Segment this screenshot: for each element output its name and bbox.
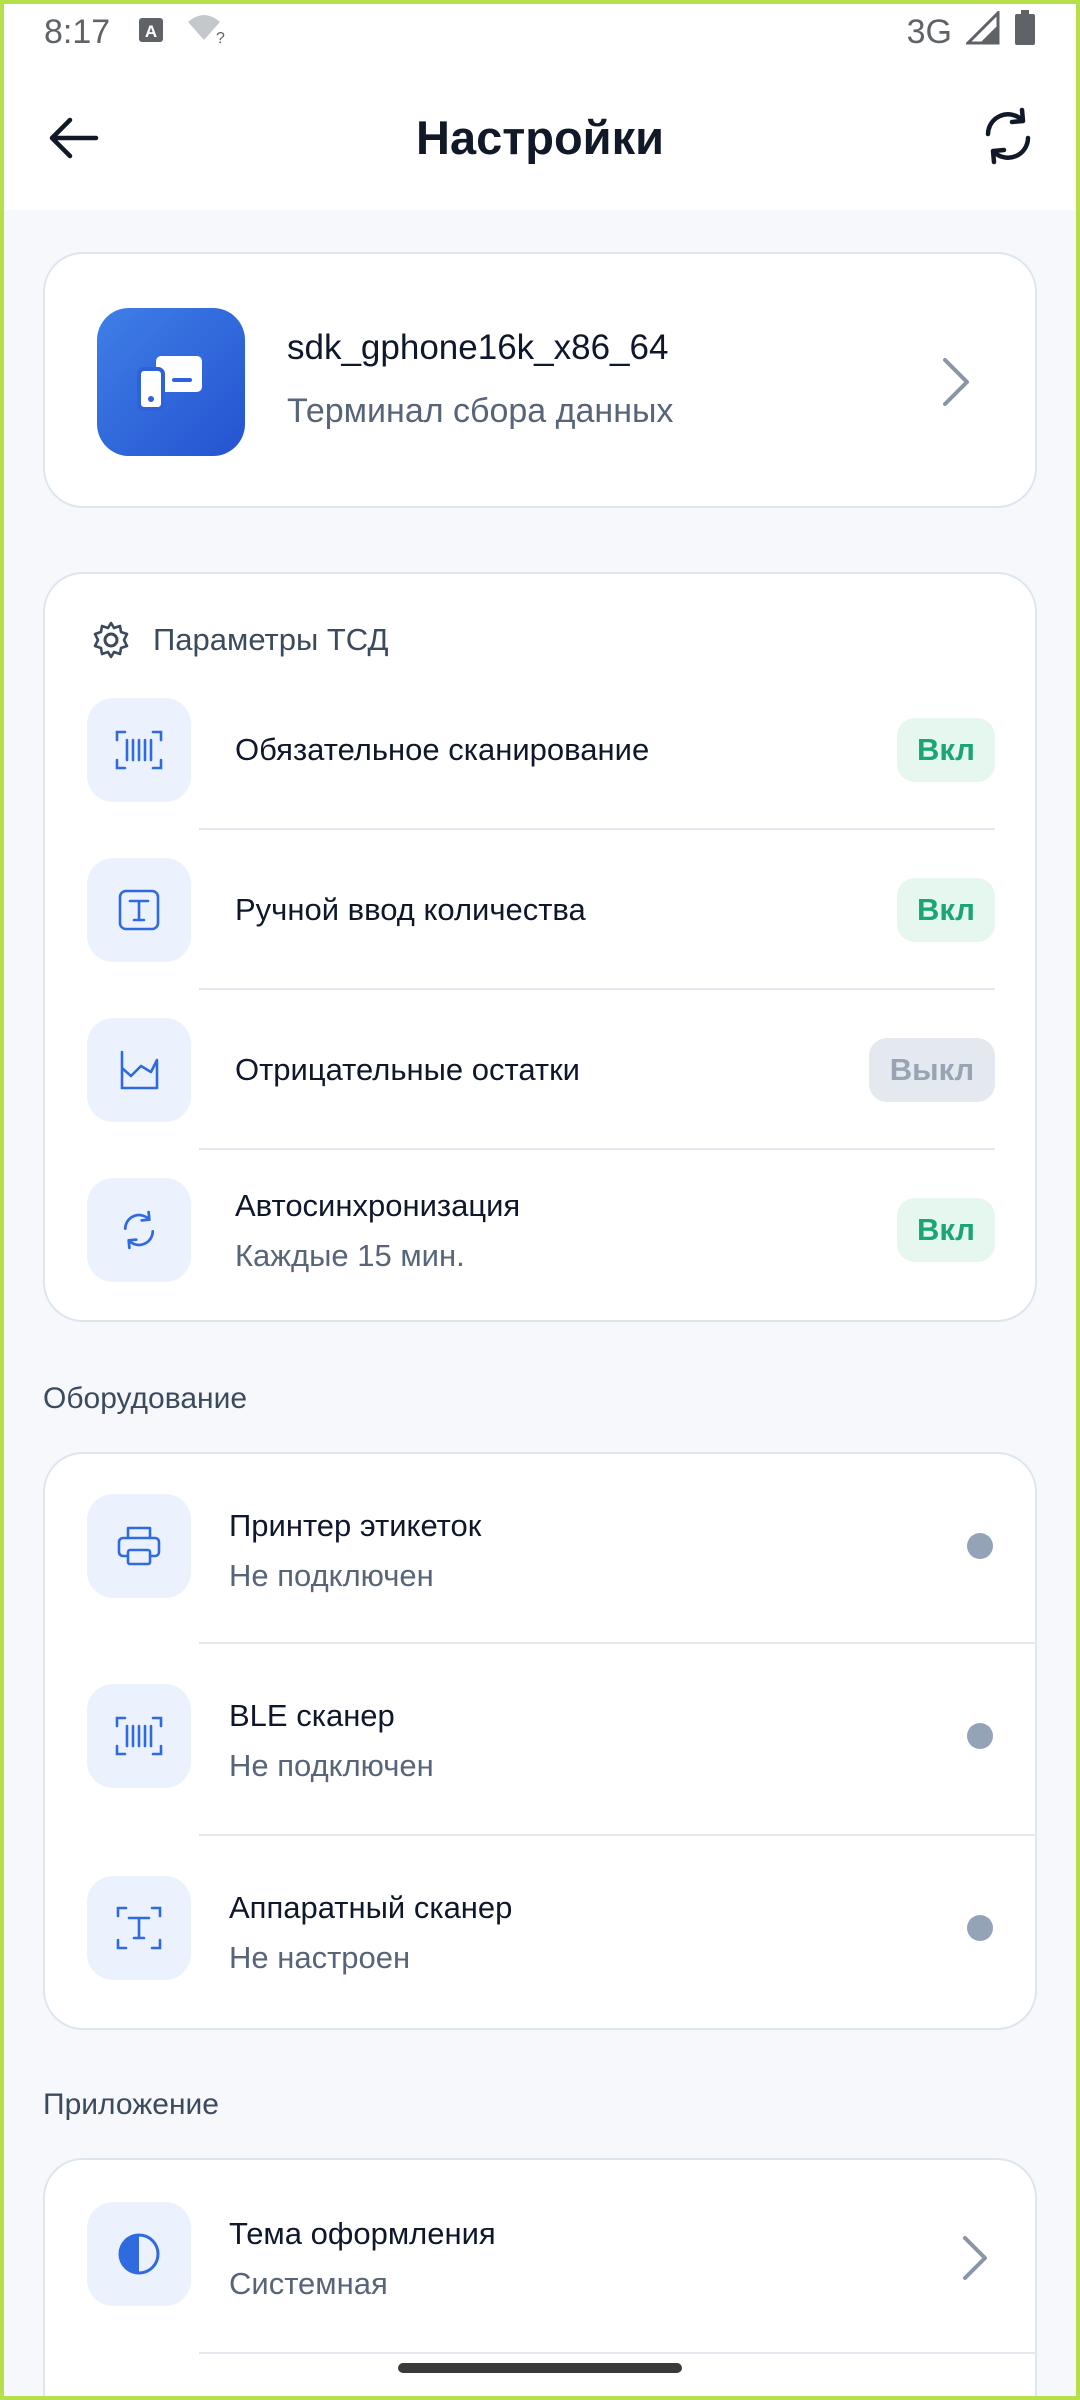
app-row-subtitle: Системная xyxy=(229,2266,388,2301)
connection-status-dot xyxy=(967,1915,993,1941)
chevron-right-icon xyxy=(963,2236,987,2280)
param-title: Отрицательные остатки xyxy=(235,1052,580,1087)
param-title: Автосинхронизация xyxy=(235,1188,521,1223)
chevron-right-icon xyxy=(943,358,969,406)
connection-status-dot xyxy=(967,1723,993,1749)
equipment-title: Принтер этикеток xyxy=(229,1508,482,1543)
battery-icon xyxy=(1014,9,1036,55)
app-bar: Настройки xyxy=(0,64,1080,210)
param-row-mandatory-scan[interactable]: Обязательное сканирование Вкл xyxy=(45,698,1035,858)
equipment-status: Не подключен xyxy=(229,1558,434,1593)
equipment-row-ble-scanner[interactable]: BLE сканер Не подключен xyxy=(45,1684,1035,1834)
status-badge[interactable]: Вкл xyxy=(897,718,995,782)
network-type: 3G xyxy=(906,12,952,51)
svg-text:?: ? xyxy=(216,30,225,44)
gear-icon xyxy=(93,621,129,659)
param-subtitle: Каждые 15 мин. xyxy=(235,1238,465,1273)
barcode-scan-icon xyxy=(115,1716,163,1756)
status-badge[interactable]: Вкл xyxy=(897,878,995,942)
equipment-row-hardware-scanner[interactable]: Аппаратный сканер Не настроен xyxy=(45,1876,1035,2026)
param-row-manual-qty[interactable]: Ручной ввод количества Вкл xyxy=(45,858,1035,1018)
divider xyxy=(199,2352,1037,2354)
params-card: Параметры ТСД Обязательное сканирование … xyxy=(43,572,1037,1322)
param-row-autosync[interactable]: Автосинхронизация Каждые 15 мин. Вкл xyxy=(45,1178,1035,1324)
equipment-icon-tile xyxy=(87,1684,191,1788)
page-title: Настройки xyxy=(416,110,664,164)
param-icon-tile xyxy=(87,1178,191,1282)
divider xyxy=(199,828,995,830)
status-bar: 8:17 A ? 3G xyxy=(0,0,1080,64)
param-icon-tile xyxy=(87,1018,191,1122)
status-badge[interactable]: Выкл xyxy=(869,1038,995,1102)
equipment-icon-tile xyxy=(87,1494,191,1598)
gesture-home-bar[interactable] xyxy=(398,2363,682,2373)
devices-icon xyxy=(137,356,202,411)
chart-area-icon xyxy=(120,1050,159,1090)
back-button[interactable] xyxy=(44,108,104,168)
sync-icon xyxy=(123,1210,155,1250)
keyboard-a-icon: A xyxy=(138,13,164,52)
contrast-icon xyxy=(118,2233,160,2275)
barcode-scan-icon xyxy=(115,730,163,770)
arrow-left-icon xyxy=(49,117,99,159)
params-header-label: Параметры ТСД xyxy=(153,622,389,657)
connection-status-dot xyxy=(967,1533,993,1559)
param-icon-tile xyxy=(87,858,191,962)
device-tile xyxy=(97,308,245,456)
device-name: sdk_gphone16k_x86_64 xyxy=(287,328,669,367)
status-badge[interactable]: Вкл xyxy=(897,1198,995,1262)
device-card[interactable]: sdk_gphone16k_x86_64 Терминал сбора данн… xyxy=(43,252,1037,508)
divider xyxy=(199,1642,1037,1644)
printer-icon xyxy=(117,1526,161,1566)
status-time: 8:17 xyxy=(44,12,111,51)
param-title: Ручной ввод количества xyxy=(235,892,586,927)
app-icon-tile xyxy=(87,2202,191,2306)
equipment-status: Не подключен xyxy=(229,1748,434,1783)
equipment-status: Не настроен xyxy=(229,1940,411,1975)
param-row-negative-stock[interactable]: Отрицательные остатки Выкл xyxy=(45,1018,1035,1178)
equipment-card: Принтер этикеток Не подключен BLE сканер… xyxy=(43,1452,1037,2030)
wifi-unknown-icon: ? xyxy=(186,12,226,53)
app-row-theme[interactable]: Тема оформления Системная xyxy=(45,2202,1035,2352)
text-input-icon xyxy=(118,889,160,931)
text-scan-icon xyxy=(116,1906,162,1950)
app-row-title: Тема оформления xyxy=(229,2216,496,2251)
section-label-equipment: Оборудование xyxy=(43,1382,248,1415)
equipment-icon-tile xyxy=(87,1876,191,1980)
sync-button[interactable] xyxy=(976,104,1040,168)
params-header: Параметры ТСД xyxy=(91,620,389,660)
equipment-title: BLE сканер xyxy=(229,1698,395,1733)
svg-text:A: A xyxy=(145,22,157,41)
section-label-application: Приложение xyxy=(43,2088,219,2121)
signal-icon xyxy=(964,8,1000,54)
sync-icon xyxy=(985,107,1031,165)
divider xyxy=(199,1834,1037,1836)
divider xyxy=(199,1148,995,1150)
device-subtitle: Терминал сбора данных xyxy=(287,392,674,430)
divider xyxy=(199,988,995,990)
param-icon-tile xyxy=(87,698,191,802)
equipment-row-printer[interactable]: Принтер этикеток Не подключен xyxy=(45,1494,1035,1644)
param-title: Обязательное сканирование xyxy=(235,732,650,767)
equipment-title: Аппаратный сканер xyxy=(229,1890,513,1925)
